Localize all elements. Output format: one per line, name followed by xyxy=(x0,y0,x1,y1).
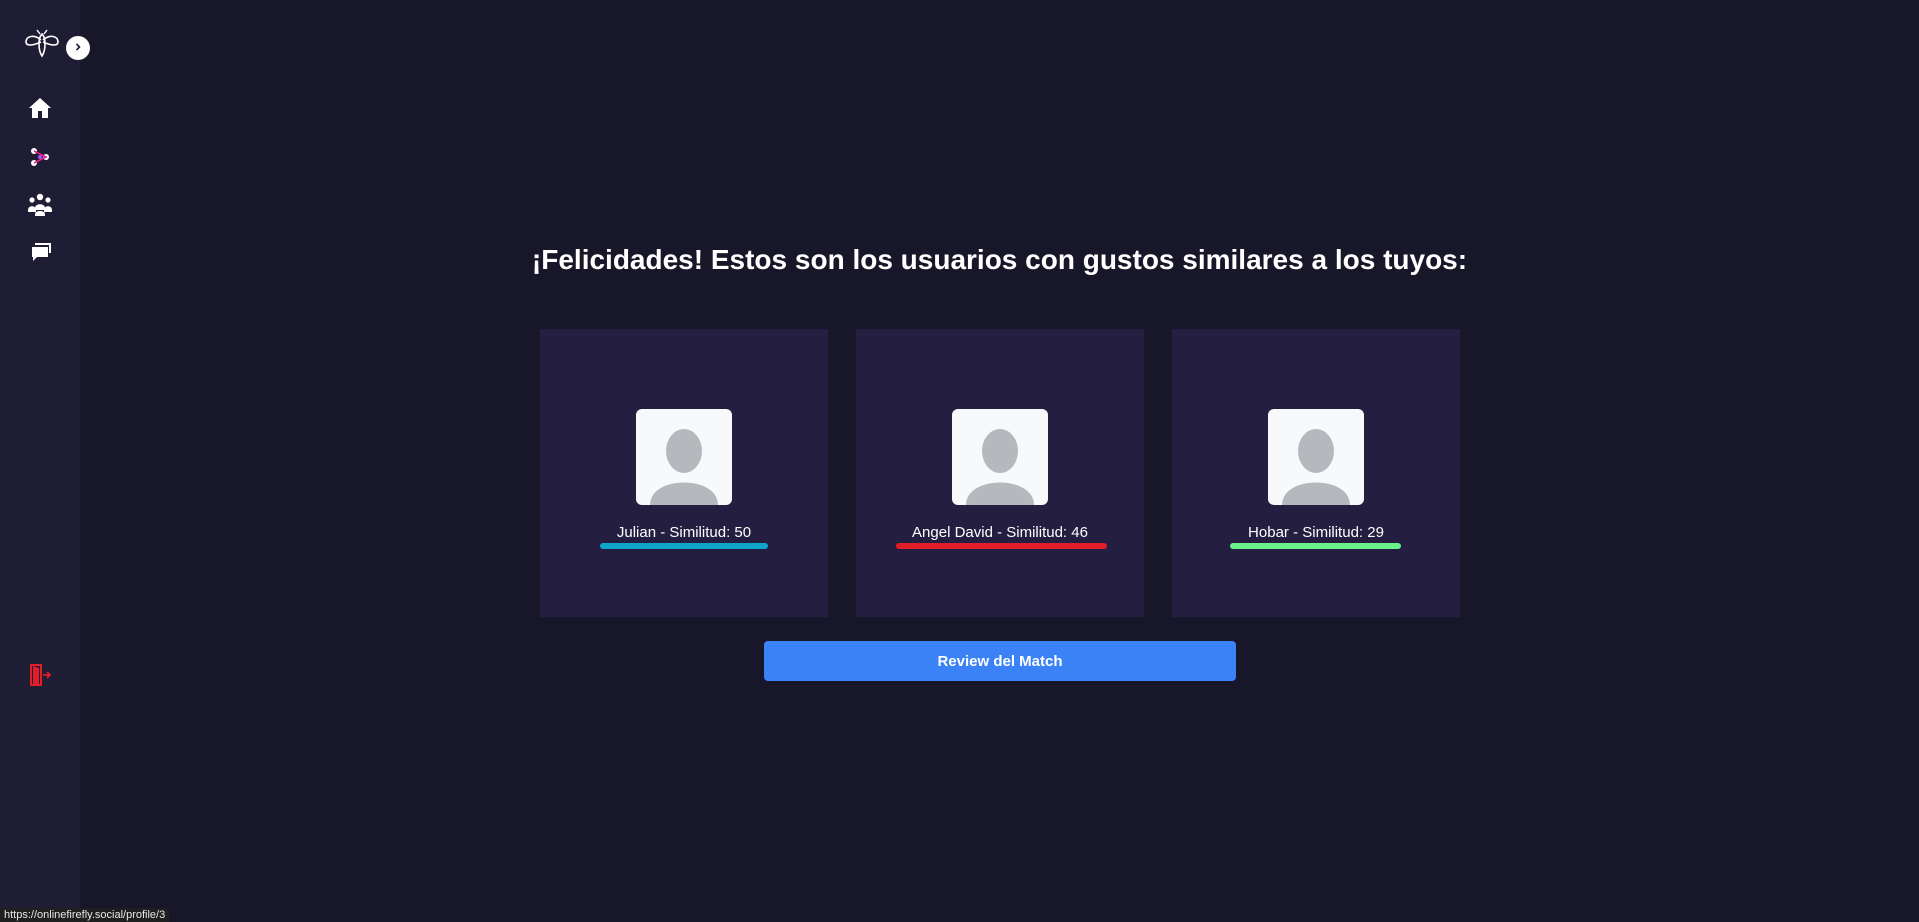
sidebar xyxy=(0,0,90,922)
page-title: ¡Felicidades! Estos son los usuarios con… xyxy=(531,244,1468,275)
match-card-julian[interactable]: Julian - Similitud: 50 xyxy=(540,329,828,617)
match-icon xyxy=(29,146,51,173)
users-icon xyxy=(27,192,53,221)
match-label: Julian - Similitud: 50 xyxy=(616,524,752,541)
similarity-bar xyxy=(600,543,768,549)
status-bar-url: https://onlinefirefly.social/profile/3 xyxy=(0,908,170,922)
similarity-bar xyxy=(896,543,1107,549)
match-card-angel-david[interactable]: Angel David - Similitud: 46 xyxy=(856,329,1144,617)
review-match-button[interactable]: Review del Match xyxy=(764,641,1236,681)
chat-icon xyxy=(28,241,52,268)
logout-icon xyxy=(28,663,52,692)
avatar xyxy=(1268,409,1364,505)
match-label: Angel David - Similitud: 46 xyxy=(912,524,1088,541)
main-content: ¡Felicidades! Estos son los usuarios con… xyxy=(80,0,1919,922)
firefly-logo-icon[interactable] xyxy=(22,28,62,60)
home-icon xyxy=(28,96,52,125)
nav-community[interactable] xyxy=(26,192,54,220)
match-label: Hobar - Similitud: 29 xyxy=(1248,524,1384,541)
match-card-hobar[interactable]: Hobar - Similitud: 29 xyxy=(1172,329,1460,617)
avatar xyxy=(636,409,732,505)
nav-chat[interactable] xyxy=(26,240,54,268)
nav-match[interactable] xyxy=(26,145,54,173)
nav-home[interactable] xyxy=(26,96,54,124)
match-cards: Julian - Similitud: 50 Angel David - Sim… xyxy=(540,329,1460,617)
logout-button[interactable] xyxy=(26,663,54,691)
avatar xyxy=(952,409,1048,505)
similarity-bar xyxy=(1230,543,1401,549)
